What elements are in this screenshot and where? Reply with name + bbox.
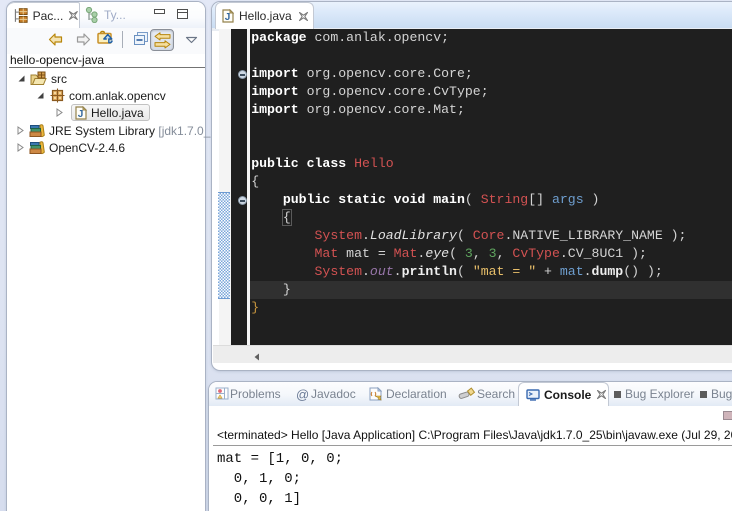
svg-text:J: J [225,12,231,23]
svg-text:J: J [78,109,84,120]
